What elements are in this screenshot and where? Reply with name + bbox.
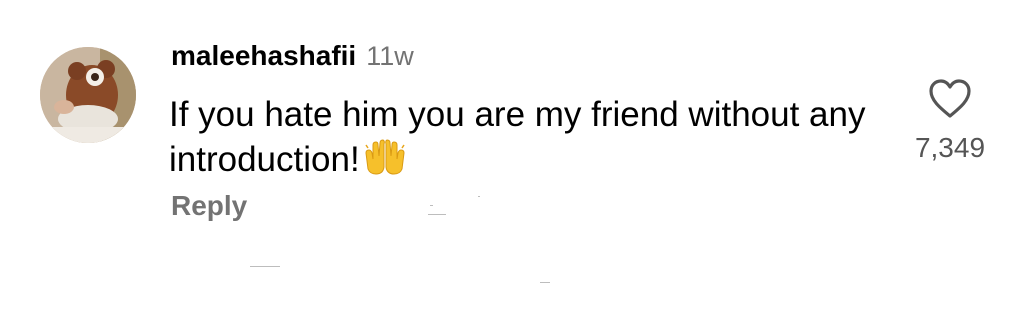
comment-body: If you hate him you are my friend withou… xyxy=(169,92,889,182)
teddy-bear-avatar-icon xyxy=(40,47,136,143)
comment-text: If you hate him you are my friend withou… xyxy=(169,95,866,179)
raising-hands-emoji-icon xyxy=(364,139,406,177)
avatar[interactable] xyxy=(40,47,136,143)
comment-item: maleehashafii 11w If you hate him you ar… xyxy=(0,0,1024,311)
artifact-speck xyxy=(428,214,446,215)
timestamp: 11w xyxy=(366,41,414,71)
heart-outline-icon[interactable] xyxy=(927,78,973,120)
artifact-speck xyxy=(250,266,280,267)
artifact-speck xyxy=(540,282,550,283)
like-section: 7,349 xyxy=(890,78,1010,178)
artifact-speck xyxy=(478,196,480,197)
comment-header: maleehashafii 11w xyxy=(171,40,414,80)
artifact-speck xyxy=(430,205,433,206)
reply-button[interactable]: Reply xyxy=(171,190,247,222)
username[interactable]: maleehashafii xyxy=(171,40,356,72)
like-count: 7,349 xyxy=(914,132,986,163)
